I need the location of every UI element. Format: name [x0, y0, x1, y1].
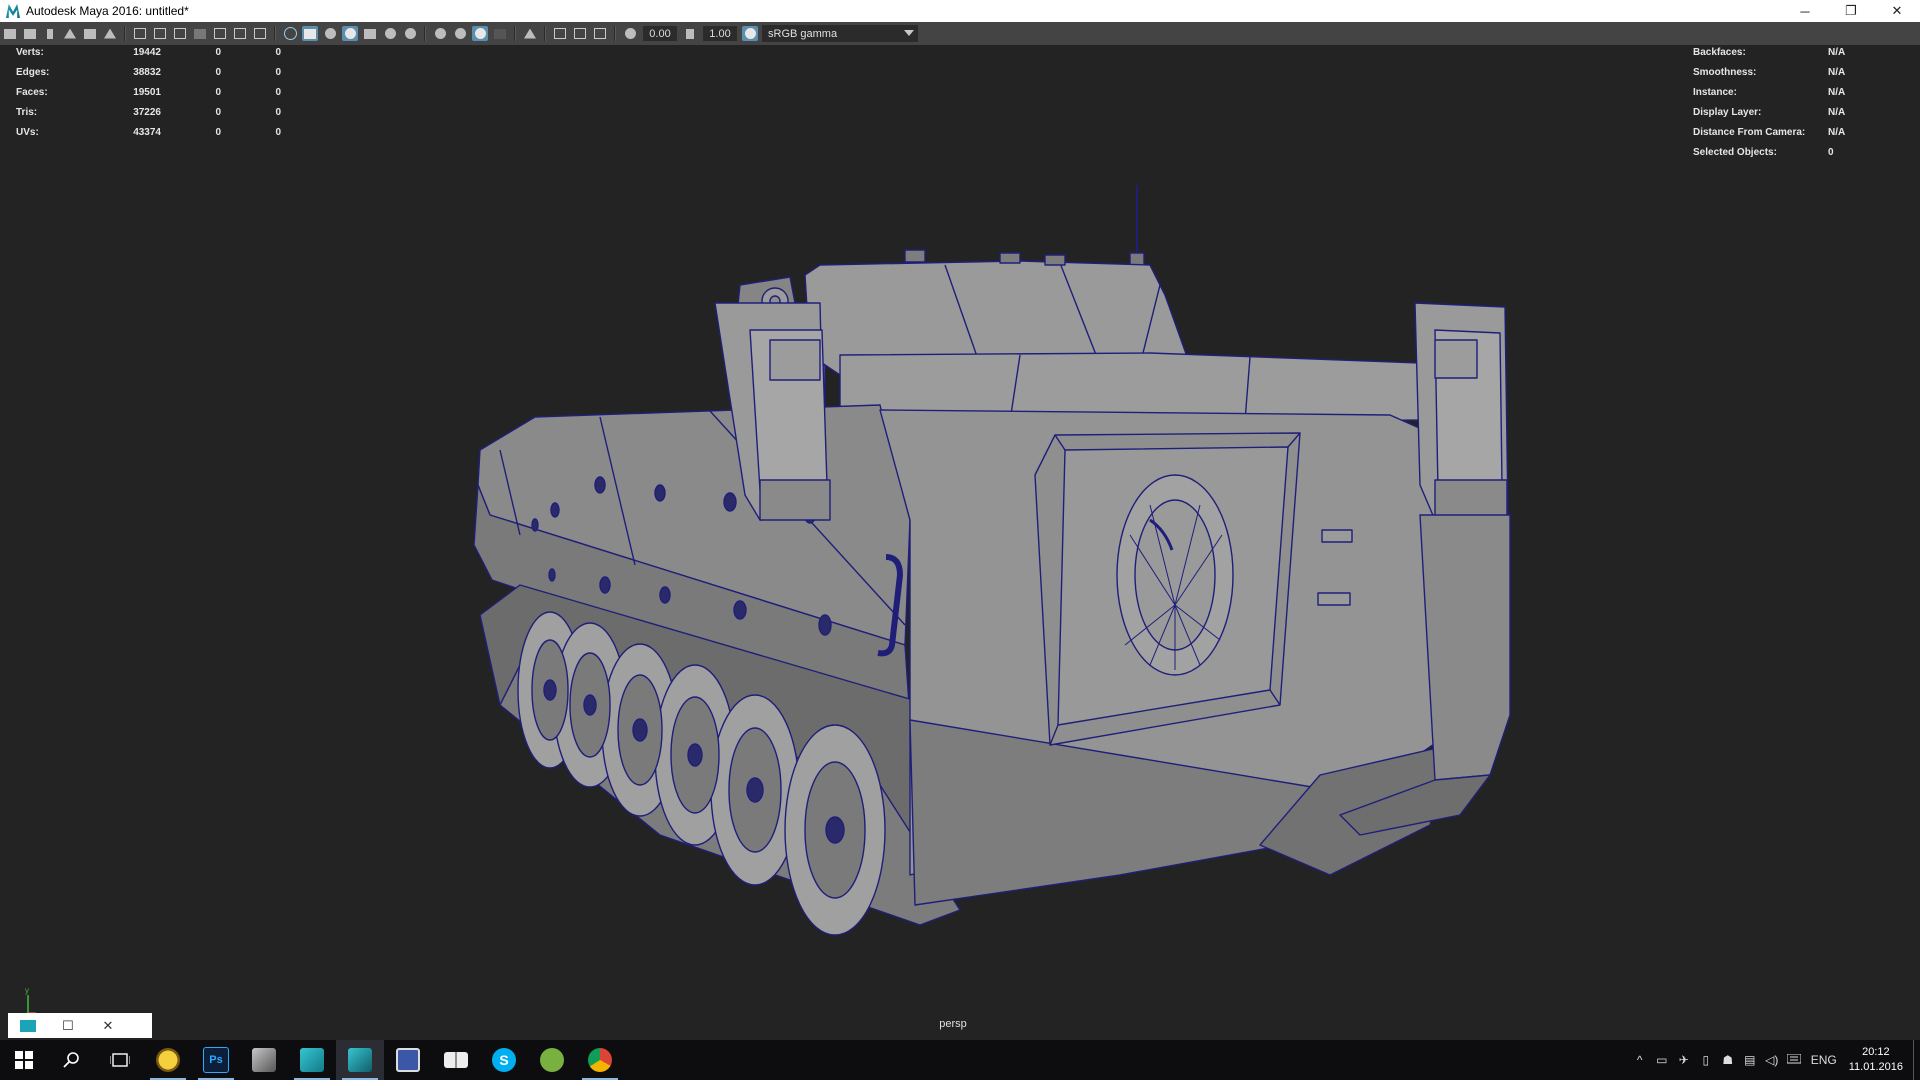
panel-toolbar: 0.00 1.00 sRGB gamma [0, 22, 1920, 45]
lights-icon[interactable] [382, 26, 398, 41]
image-plane-icon[interactable] [62, 26, 78, 41]
chrome-icon[interactable] [576, 1040, 624, 1080]
film-gate-icon[interactable] [152, 26, 168, 41]
book-icon[interactable] [432, 1040, 480, 1080]
hud-row: Edges: 38832 0 0 [16, 66, 281, 78]
axis-gizmo: y [25, 986, 36, 1014]
clock[interactable]: 20:12 11.01.2016 [1849, 1045, 1903, 1075]
volume-icon[interactable]: ◁) [1761, 1040, 1783, 1080]
hud-row: Selected Objects: 0 [1693, 146, 1834, 158]
maya-icon[interactable] [288, 1040, 336, 1080]
screen-space-ao-icon[interactable] [432, 26, 448, 41]
camera-attributes-icon[interactable] [22, 26, 38, 41]
gamma-icon[interactable] [682, 26, 698, 41]
tray-network-app-icon[interactable]: ✈ [1673, 1040, 1695, 1080]
axis-y-label: y [25, 986, 29, 995]
default-material-icon[interactable] [322, 26, 338, 41]
skype-icon[interactable]: S [480, 1040, 528, 1080]
minimize-button[interactable]: ─ [1782, 0, 1828, 22]
hud-row: Instance: N/A [1693, 86, 1846, 98]
poly-count-hud: Verts: 19442 0 0 Edges: 38832 0 0 Faces: 19501 0… [16, 42, 281, 142]
emoji-app-icon[interactable] [144, 1040, 192, 1080]
window-title: Autodesk Maya 2016: untitled* [26, 4, 189, 18]
battery-icon[interactable]: ▯ [1695, 1040, 1717, 1080]
hud-row: Smoothness: N/A [1693, 66, 1846, 78]
smooth-shade-icon[interactable] [302, 26, 318, 41]
gamma-field[interactable]: 1.00 [703, 26, 737, 41]
clock-date: 11.01.2016 [1848, 1061, 1903, 1073]
gate-mask-icon[interactable] [192, 26, 208, 41]
hud-row: Tris: 37226 0 0 [16, 106, 281, 118]
motion-blur-icon[interactable] [452, 26, 468, 41]
close-button[interactable]: ✕ [1874, 0, 1920, 22]
hud-row: Display Layer: N/A [1693, 106, 1846, 118]
perspective-viewport[interactable]: Verts: 19442 0 0 Edges: 38832 0 0 Faces: 19501 0… [0, 45, 1920, 1040]
grease-pencil-icon[interactable] [102, 26, 118, 41]
title-bar: Autodesk Maya 2016: untitled* ─ ❐ ✕ [0, 0, 1920, 22]
chevron-down-icon [904, 30, 914, 36]
xray-joints-icon[interactable] [592, 26, 608, 41]
hud-row: Faces: 19501 0 0 [16, 86, 281, 98]
show-desktop-button[interactable] [1913, 1040, 1920, 1080]
xray-active-icon[interactable] [572, 26, 588, 41]
isolate-select-icon[interactable] [522, 26, 538, 41]
resolution-gate-icon[interactable] [172, 26, 188, 41]
wireframe-icon[interactable] [282, 26, 298, 41]
start-icon[interactable] [0, 1040, 48, 1080]
utorrent-icon[interactable] [528, 1040, 576, 1080]
zbrush-icon[interactable] [240, 1040, 288, 1080]
tray-overflow-chevron-icon[interactable]: ^ [1629, 1040, 1651, 1080]
field-chart-icon[interactable] [212, 26, 228, 41]
minimized-restore-button[interactable]: ☐ [48, 1018, 88, 1034]
hud-row: Distance From Camera: N/A [1693, 126, 1846, 138]
grid-icon[interactable] [132, 26, 148, 41]
language-indicator[interactable]: ENG [1805, 1040, 1843, 1080]
minimized-close-button[interactable]: ✕ [88, 1018, 128, 1034]
hud-row: UVs: 43374 0 0 [16, 126, 281, 138]
color-management-icon[interactable] [742, 26, 758, 41]
system-tray: ^ ▭ ✈ ▯ ☗ ▤ ◁) ENG 20:12 11.01.2016 [1629, 1040, 1920, 1080]
action-center-message-icon[interactable] [1783, 1040, 1805, 1080]
network-icon[interactable]: ▤ [1739, 1040, 1761, 1080]
pan-zoom-icon[interactable] [82, 26, 98, 41]
save-icon[interactable] [384, 1040, 432, 1080]
search-icon[interactable] [48, 1040, 96, 1080]
multisample-aa-icon[interactable] [472, 26, 488, 41]
depth-of-field-icon[interactable] [492, 26, 508, 41]
hud-row: Verts: 19442 0 0 [16, 46, 281, 58]
task-view-icon[interactable] [96, 1040, 144, 1080]
bookmark-icon[interactable] [42, 26, 58, 41]
photoshop-icon[interactable]: Ps [192, 1040, 240, 1080]
exposure-field[interactable]: 0.00 [643, 26, 677, 41]
maya-active-icon[interactable] [336, 1040, 384, 1080]
camera-name-label: persp [939, 1018, 967, 1030]
shadows-icon[interactable] [402, 26, 418, 41]
maya-app-icon [6, 4, 20, 18]
exposure-icon[interactable] [622, 26, 638, 41]
object-details-hud: Backfaces: N/A Smoothness: N/A Instance: N/… [1693, 42, 1845, 162]
tank-mesh[interactable] [460, 185, 1530, 945]
safe-action-icon[interactable] [232, 26, 248, 41]
tray-settings-icon[interactable]: ☗ [1717, 1040, 1739, 1080]
safe-title-icon[interactable] [252, 26, 268, 41]
minimized-window[interactable]: ☐ ✕ [8, 1013, 152, 1038]
tray-app-icon[interactable]: ▭ [1651, 1040, 1673, 1080]
xray-icon[interactable] [552, 26, 568, 41]
wireframe-on-shaded-icon[interactable] [342, 26, 358, 41]
hud-row: Backfaces: N/A [1693, 46, 1846, 58]
textured-icon[interactable] [362, 26, 378, 41]
color-space-label: sRGB gamma [768, 27, 838, 40]
color-space-dropdown[interactable]: sRGB gamma [762, 25, 918, 42]
camera-select-icon[interactable] [2, 26, 18, 41]
restore-button[interactable]: ❐ [1828, 0, 1874, 22]
windows-taskbar: Ps S ^ ▭ ✈ ▯ ☗ ▤ ◁) ENG 20:12 11.01.2016 [0, 1040, 1920, 1080]
maya-minimized-icon[interactable] [8, 1019, 48, 1032]
clock-time: 20:12 [1862, 1046, 1890, 1058]
